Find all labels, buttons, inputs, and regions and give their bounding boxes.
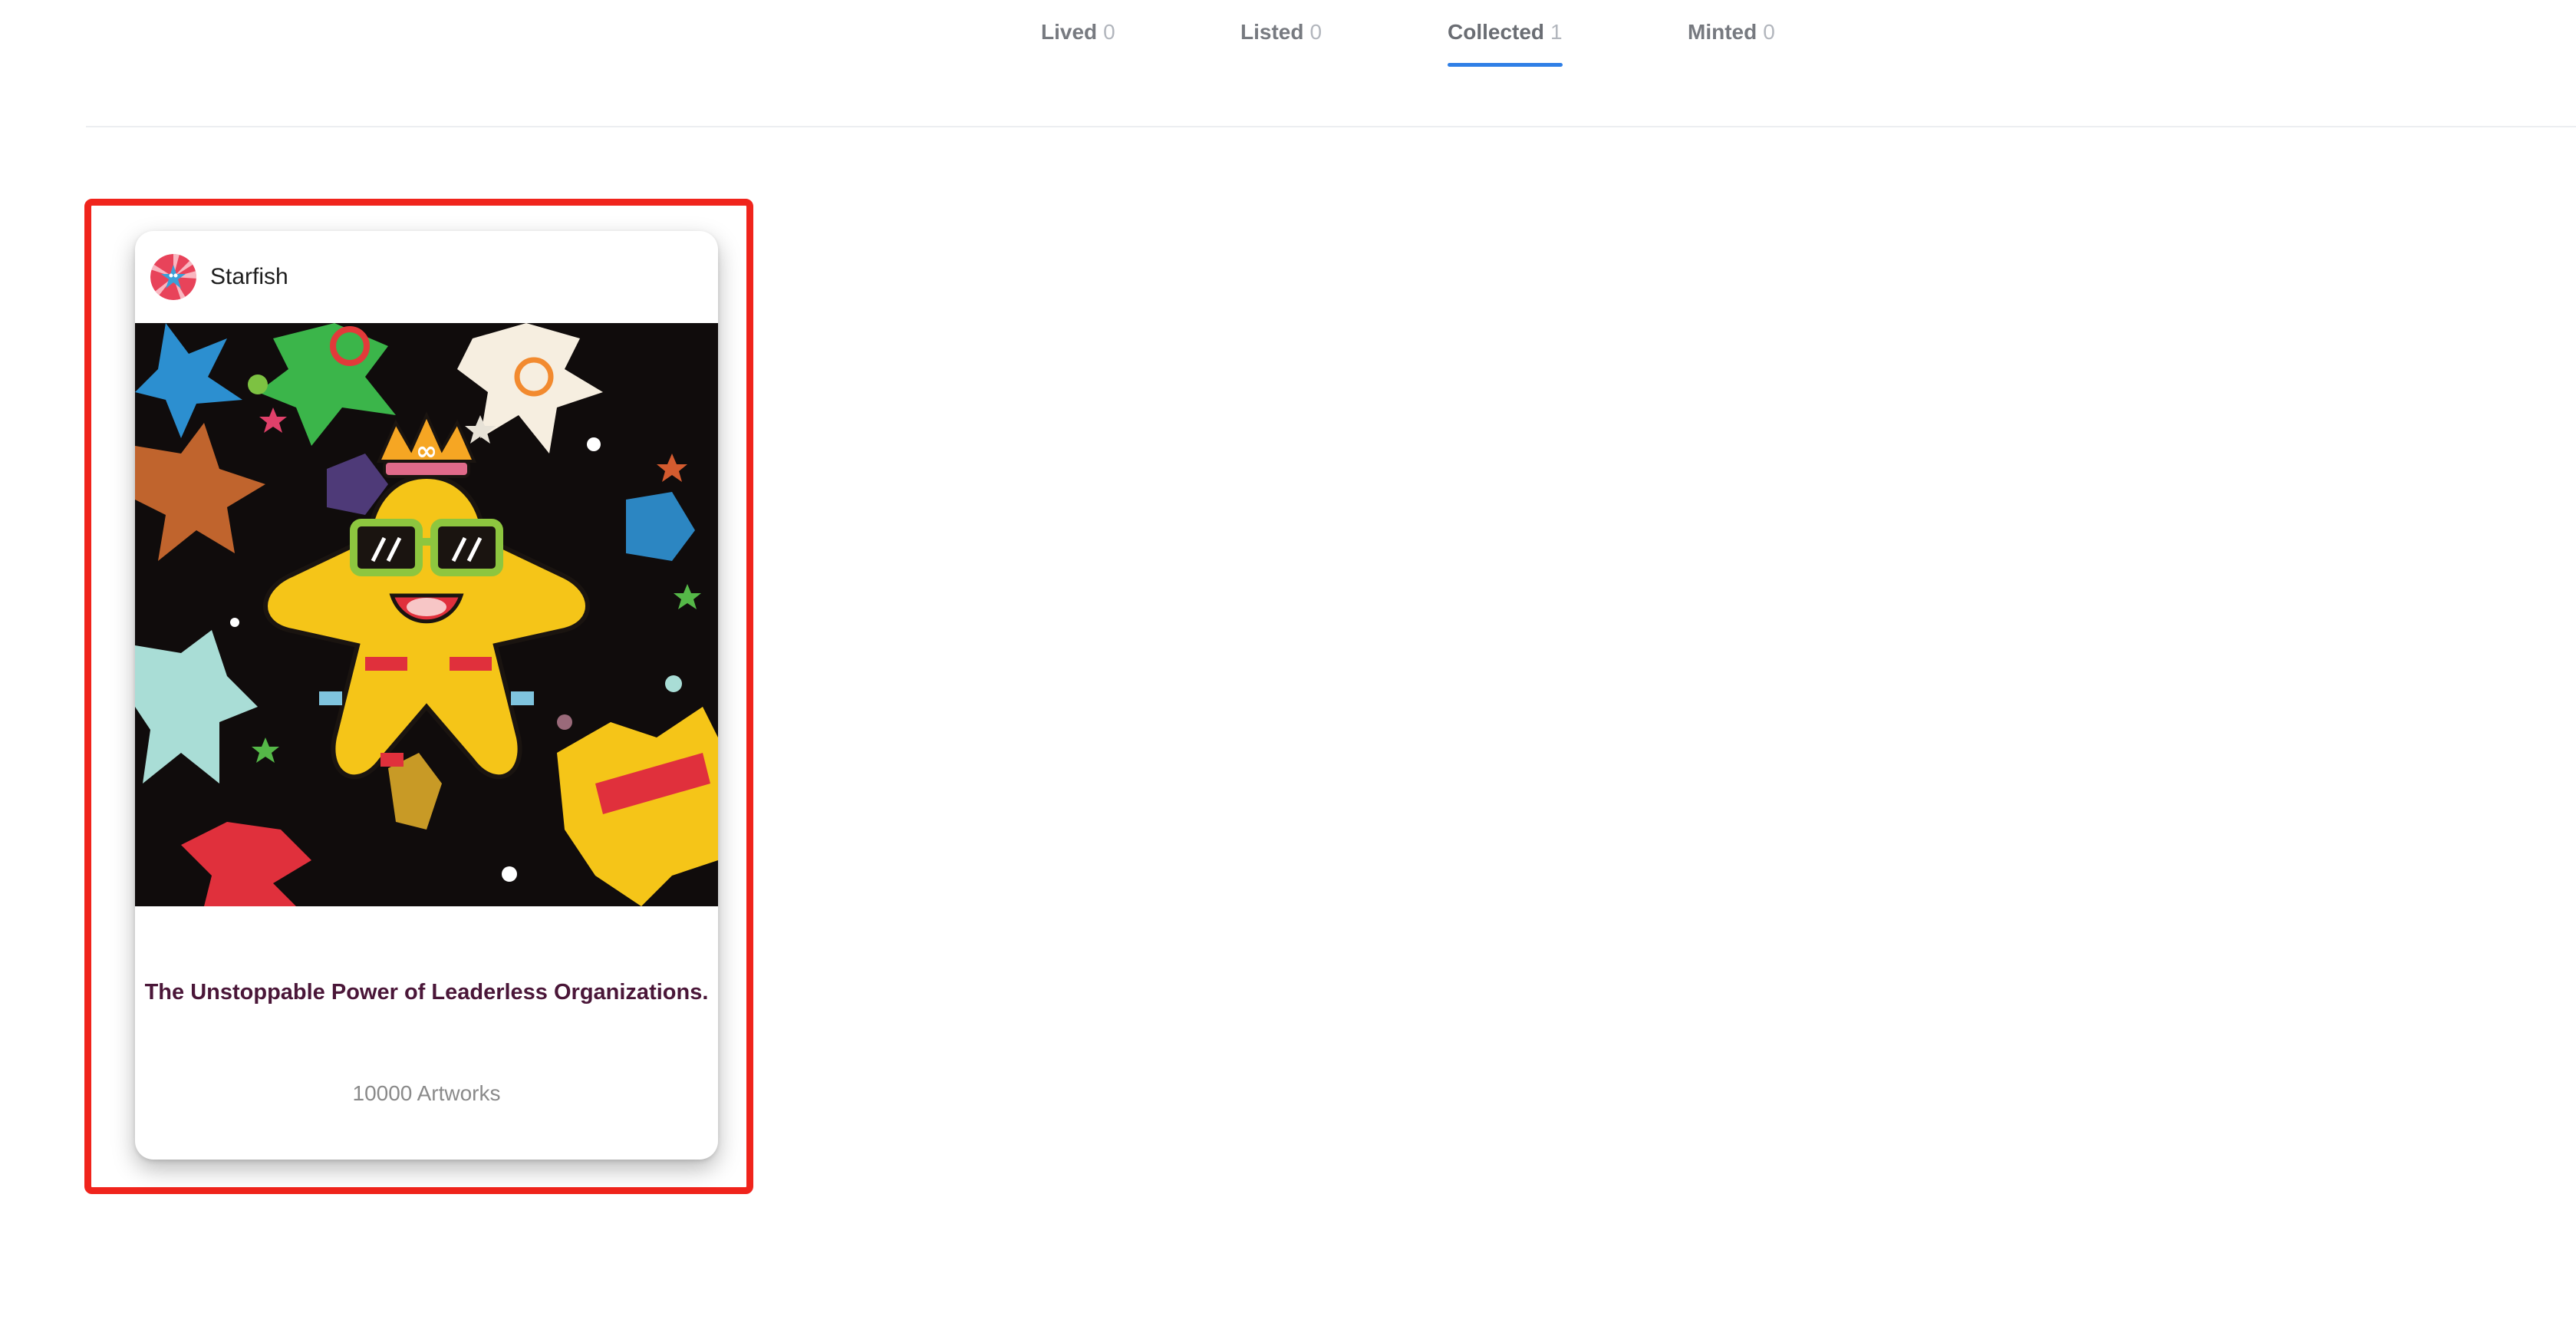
card-header: Starfish: [135, 231, 718, 323]
tab-listed[interactable]: Listed 0: [1240, 20, 1322, 69]
tabs-divider: [86, 126, 2576, 127]
tab-label: Minted: [1688, 20, 1757, 44]
tab-label: Listed: [1240, 20, 1304, 44]
svg-text:∞: ∞: [416, 436, 437, 467]
starfish-avatar-icon: [150, 254, 196, 300]
starfish-artwork-image[interactable]: ∞: [135, 323, 718, 906]
profile-tabs: Lived 0 Listed 0 Collected 1 Minted 0: [0, 0, 2576, 69]
collection-title: The Unstoppable Power of Leaderless Orga…: [144, 980, 709, 1005]
tab-label: Collected: [1448, 20, 1545, 44]
tab-count: 0: [1309, 20, 1323, 44]
tab-count: 1: [1550, 20, 1563, 44]
collection-name[interactable]: Starfish: [210, 264, 288, 290]
tab-collected[interactable]: Collected 1: [1448, 20, 1563, 69]
tab-minted[interactable]: Minted 0: [1688, 20, 1775, 69]
active-tab-indicator: [1448, 63, 1563, 67]
collection-card[interactable]: Starfish ∞ The Unstoppable Power of Lead…: [135, 231, 718, 1160]
tab-lived[interactable]: Lived 0: [1041, 20, 1115, 69]
tab-count: 0: [1763, 20, 1775, 44]
tab-label: Lived: [1041, 20, 1098, 44]
tab-count: 0: [1103, 20, 1115, 44]
artworks-count: 10000 Artworks: [352, 1081, 501, 1105]
